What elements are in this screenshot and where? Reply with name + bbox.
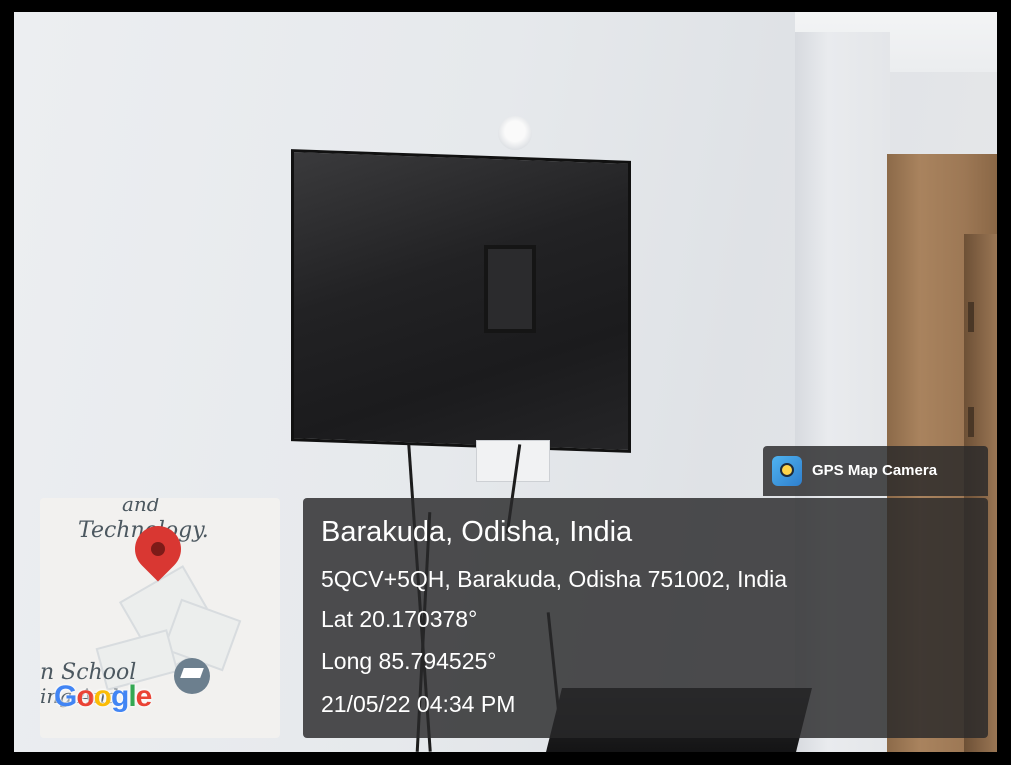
badge-label: GPS Map Camera bbox=[812, 462, 938, 479]
wall-mounted-tv bbox=[291, 149, 631, 453]
location-address: 5QCV+5QH, Barakuda, Odisha 751002, India bbox=[321, 566, 788, 592]
google-logo-letter: l bbox=[128, 680, 136, 713]
location-title: Barakuda, Odisha, India bbox=[321, 516, 633, 548]
google-logo-letter: e bbox=[135, 680, 153, 713]
map-label: and bbox=[122, 498, 160, 516]
map-thumbnail[interactable]: and Technology. n School ing And Google bbox=[40, 498, 280, 738]
door-hinge bbox=[968, 302, 974, 332]
door-hinge bbox=[968, 407, 974, 437]
location-panel: Barakuda, Odisha, India 5QCV+5QH, Baraku… bbox=[303, 498, 988, 738]
tv-reflection bbox=[484, 245, 536, 333]
map-pin-dot bbox=[151, 542, 165, 556]
google-logo-letter: G bbox=[54, 680, 77, 713]
ceiling-vent bbox=[498, 116, 532, 150]
longitude: Long 85.794525° bbox=[321, 648, 497, 674]
latitude: Lat 20.170378° bbox=[321, 606, 478, 632]
gps-map-camera-badge: GPS Map Camera bbox=[763, 446, 988, 496]
gps-map-camera-app-icon bbox=[772, 456, 802, 486]
photo-frame: and Technology. n School ing And Google … bbox=[14, 12, 997, 752]
google-logo-letter: o bbox=[76, 680, 94, 713]
timestamp: 21/05/22 04:34 PM bbox=[321, 691, 516, 717]
camera-lens-icon bbox=[780, 463, 794, 477]
google-logo-letter: o bbox=[93, 680, 112, 713]
google-logo-letter: g bbox=[111, 680, 129, 713]
graduation-cap-shape bbox=[180, 668, 204, 678]
google-logo: Google bbox=[54, 680, 153, 714]
